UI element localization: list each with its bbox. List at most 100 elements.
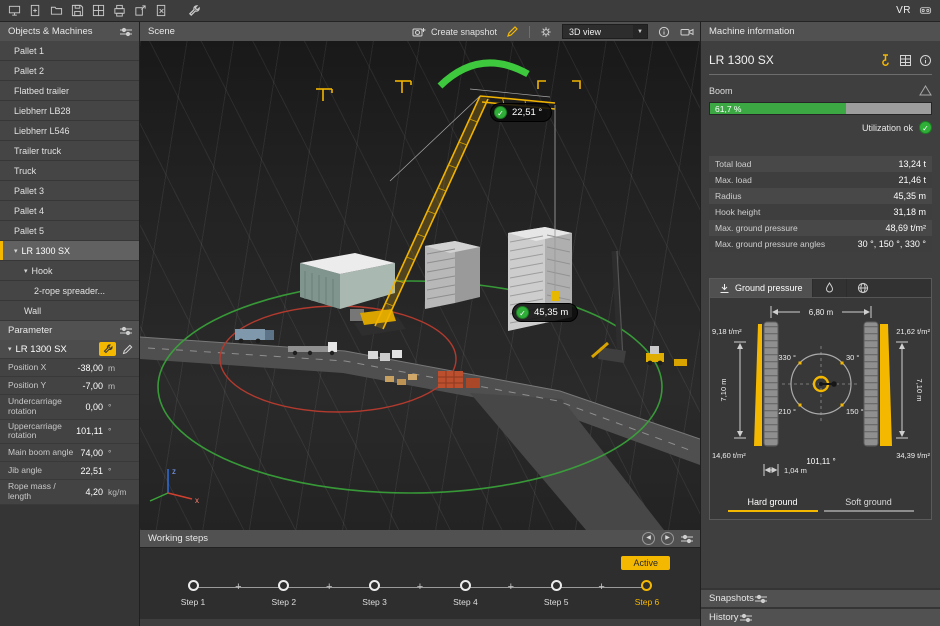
step-2[interactable]: Step 2	[261, 548, 307, 607]
monitor-icon[interactable]	[8, 4, 21, 17]
parameter-row[interactable]: Rope mass / length4,20kg/m	[0, 480, 139, 505]
parameter-row[interactable]: Jib angle22,51°	[0, 462, 139, 480]
parameter-value[interactable]: 101,11	[76, 426, 108, 436]
object-item[interactable]: ▾Hook	[0, 261, 139, 281]
vr-goggles-icon[interactable]	[919, 4, 932, 17]
parameter-row[interactable]: Main boom angle74,00°	[0, 444, 139, 462]
parameter-unit: °	[108, 402, 134, 412]
brick-stack[interactable]	[438, 371, 480, 388]
parameter-value[interactable]: 4,20	[76, 487, 108, 497]
parameter-value[interactable]: -38,00	[76, 363, 108, 373]
object-item[interactable]: Pallet 3	[0, 181, 139, 201]
soft-ground-button[interactable]: Soft ground	[824, 497, 914, 512]
save-icon[interactable]	[71, 4, 84, 17]
small-machine[interactable]	[674, 359, 687, 366]
history-options-icon[interactable]	[739, 612, 753, 624]
object-item[interactable]: Liebherr L546	[0, 121, 139, 141]
machine-info-header: Machine information	[701, 22, 940, 41]
next-step-button[interactable]: ▶	[661, 532, 674, 545]
step-circle[interactable]	[460, 580, 471, 591]
snapshots-options-icon[interactable]	[754, 593, 768, 605]
info-icon[interactable]	[919, 54, 932, 67]
box-truck[interactable]	[235, 329, 274, 343]
step-1[interactable]: Step 1	[170, 548, 216, 607]
machine-settings-button[interactable]	[99, 342, 116, 356]
previous-step-button[interactable]: ◀	[642, 532, 655, 545]
info-icon[interactable]	[657, 26, 671, 38]
add-step-button[interactable]: +	[579, 581, 624, 593]
warning-triangle-icon	[919, 85, 932, 96]
parameter-group-row[interactable]: ▾ LR 1300 SX	[0, 340, 139, 359]
step-circle[interactable]	[278, 580, 289, 591]
parameter-options-icon[interactable]	[119, 325, 133, 337]
ground-pressure-widget: Ground pressure	[709, 278, 932, 520]
grid-icon[interactable]	[92, 4, 105, 17]
snapshots-header[interactable]: Snapshots	[701, 590, 940, 607]
open-folder-icon[interactable]	[50, 4, 63, 17]
edit-parameters-button[interactable]	[119, 342, 135, 356]
close-document-icon[interactable]	[155, 4, 168, 17]
load-chart-icon[interactable]	[899, 54, 912, 67]
parameter-row[interactable]: Uppercarriage rotation101,11°	[0, 420, 139, 445]
step-5[interactable]: Step 5	[533, 548, 579, 607]
object-item[interactable]: Flatbed trailer	[0, 81, 139, 101]
parameter-row[interactable]: Position Y-7,00m	[0, 377, 139, 395]
step-circle[interactable]	[369, 580, 380, 591]
parameter-row[interactable]: Undercarriage rotation0,00°	[0, 395, 139, 420]
chevron-down-icon[interactable]: ▼	[633, 25, 647, 38]
tab-earth-view[interactable]	[846, 279, 880, 297]
caret-down-icon[interactable]: ▾	[14, 247, 18, 255]
hook-load-icon[interactable]	[879, 54, 892, 67]
step-3[interactable]: Step 3	[352, 548, 398, 607]
object-item-selected[interactable]: ▾LR 1300 SX	[0, 241, 139, 261]
video-camera-icon[interactable]	[680, 26, 694, 38]
export-icon[interactable]	[134, 4, 147, 17]
object-item[interactable]: Trailer truck	[0, 141, 139, 161]
tab-ground-pressure[interactable]: Ground pressure	[710, 279, 812, 297]
object-item-label: Pallet 3	[14, 186, 44, 196]
add-step-button[interactable]: +	[307, 581, 352, 593]
object-item[interactable]: 2-rope spreader...	[0, 281, 139, 301]
object-item[interactable]: Pallet 4	[0, 201, 139, 221]
history-header[interactable]: History	[701, 609, 940, 626]
parameter-row[interactable]: Position X-38,00m	[0, 359, 139, 377]
gear-icon[interactable]	[539, 26, 553, 38]
scene-viewport[interactable]: z x ✓ 22,51 ° ✓ 45,35 m	[140, 41, 700, 530]
hard-ground-button[interactable]: Hard ground	[728, 497, 818, 512]
caret-down-icon[interactable]: ▾	[8, 345, 12, 353]
vr-label: VR	[896, 5, 911, 16]
tab-soil-type[interactable]	[812, 279, 846, 297]
object-item[interactable]: Wall	[0, 301, 139, 321]
parameter-value[interactable]: 0,00	[76, 402, 108, 412]
add-step-button[interactable]: +	[398, 581, 443, 593]
step-circle[interactable]	[188, 580, 199, 591]
create-snapshot-button[interactable]: Create snapshot	[412, 26, 497, 38]
parameter-value[interactable]: 22,51	[76, 466, 108, 476]
wrench-icon[interactable]	[188, 4, 201, 17]
parameter-value[interactable]: 74,00	[76, 448, 108, 458]
caret-down-icon[interactable]: ▾	[24, 267, 28, 275]
view-mode-select[interactable]: 3D view ▼	[562, 24, 648, 39]
selection-bracket-left	[538, 81, 546, 89]
add-step-button[interactable]: +	[216, 581, 261, 593]
drilling-rig[interactable]	[592, 251, 626, 363]
steps-options-icon[interactable]	[680, 533, 694, 545]
add-step-button[interactable]: +	[488, 581, 533, 593]
steps-scrollbar[interactable]	[140, 619, 700, 626]
hook-block[interactable]	[551, 291, 559, 301]
measure-pencil-icon[interactable]	[506, 26, 520, 38]
parameter-label: Position X	[8, 363, 76, 373]
step-circle[interactable]	[551, 580, 562, 591]
step-circle[interactable]	[641, 580, 652, 591]
object-item[interactable]: Liebherr LB28	[0, 101, 139, 121]
printer-icon[interactable]	[113, 4, 126, 17]
axis-x-label: x	[195, 496, 199, 505]
object-item[interactable]: Pallet 2	[0, 61, 139, 81]
step-4[interactable]: Step 4	[442, 548, 488, 607]
object-item[interactable]: Pallet 5	[0, 221, 139, 241]
object-item[interactable]: Truck	[0, 161, 139, 181]
new-document-icon[interactable]	[29, 4, 42, 17]
object-item[interactable]: Pallet 1	[0, 41, 139, 61]
filter-options-icon[interactable]	[119, 26, 133, 38]
parameter-value[interactable]: -7,00	[76, 381, 108, 391]
